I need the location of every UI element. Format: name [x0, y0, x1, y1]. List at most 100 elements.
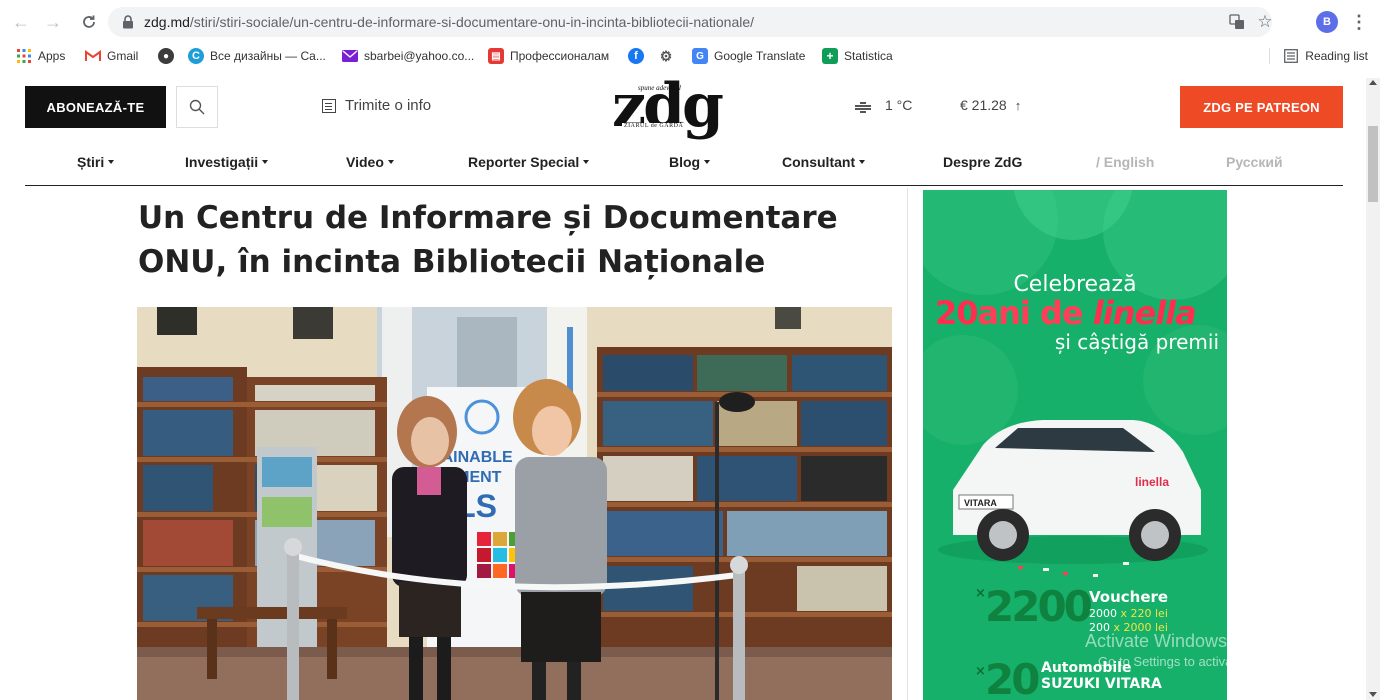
nav-label: Investigații: [185, 154, 259, 170]
car-count: 20: [985, 655, 1040, 700]
scroll-up-arrow-icon[interactable]: [1369, 80, 1377, 85]
windows-activation-watermark: Activate Windows: [1085, 631, 1228, 651]
bookmark-apps[interactable]: Apps: [16, 47, 65, 65]
address-bar[interactable]: zdg.md/stiri/stiri-sociale/un-centru-de-…: [108, 7, 1274, 37]
forward-arrow-icon[interactable]: →: [42, 11, 64, 33]
canva-icon: C: [188, 48, 204, 64]
yahoo-mail-icon: [342, 48, 358, 64]
nav-item-video[interactable]: Video: [346, 154, 394, 170]
bookmark-label: Apps: [38, 49, 66, 63]
bookmark-yahoo-mail[interactable]: sbarbei@yahoo.co...: [342, 47, 474, 65]
google-translate-icon: G: [692, 48, 708, 64]
browser-chrome: ← → zdg.md/stiri/stiri-sociale/un-centru…: [0, 0, 1380, 78]
page-scrollbar[interactable]: [1366, 78, 1380, 700]
ad-years: 20: [935, 294, 979, 332]
reload-icon[interactable]: [78, 11, 100, 33]
scroll-down-arrow-icon[interactable]: [1369, 692, 1377, 697]
car-plate-text: VITARA: [964, 498, 997, 508]
news-icon: [322, 98, 336, 113]
url-text: zdg.md/stiri/stiri-sociale/un-centru-de-…: [144, 14, 754, 30]
subscribe-button[interactable]: ABONEAZĂ-TE: [25, 86, 166, 128]
bookmark-canva[interactable]: C Все дизайны — Ca...: [188, 47, 326, 65]
back-arrow-icon[interactable]: ←: [10, 11, 32, 33]
article-title: Un Centru de Informare și Documentare ON…: [138, 196, 878, 284]
voucher-count: 2200: [985, 582, 1093, 631]
bookmark-label: Все дизайны — Ca...: [210, 49, 326, 63]
article-photo: TAINABLE OPMENT ALS: [137, 307, 892, 700]
logo-tagline: spune adevărul: [638, 84, 681, 92]
lock-icon: [123, 15, 133, 29]
nav-label: Despre ZdG: [943, 154, 1023, 170]
nav-label: Reporter Special: [468, 154, 580, 170]
bookmark-label: Google Translate: [714, 49, 806, 63]
caret-down-icon: [704, 160, 711, 164]
bookmark-star-icon[interactable]: ☆: [1256, 12, 1274, 31]
send-tip-link[interactable]: Trimite o info: [322, 97, 431, 114]
ad-tagline: și câștigă premii: [1054, 330, 1219, 354]
site-logo[interactable]: zdg spune adevărul ZIARUL de GARDĂ: [612, 78, 724, 136]
bookmarks-bar: Apps Gmail ● C Все дизайны — Ca... sbarb…: [0, 44, 1380, 68]
trend-up-icon: ↑: [1014, 98, 1022, 113]
bookmark-extension[interactable]: ⚙: [658, 47, 680, 65]
caret-down-icon: [859, 160, 866, 164]
url-domain: zdg.md: [144, 14, 190, 30]
web-page: ABONEAZĂ-TE Trimite o info zdg spune ade…: [0, 78, 1366, 700]
url-path: /stiri/stiri-sociale/un-centru-de-inform…: [189, 14, 755, 30]
temperature-value: 1 °C: [885, 97, 913, 113]
browser-menu-icon[interactable]: ⋮: [1350, 11, 1368, 33]
profile-avatar[interactable]: B: [1316, 11, 1338, 33]
nav-item-despre-zdg[interactable]: Despre ZdG: [943, 154, 1022, 170]
nav-item-investigatii[interactable]: Investigații: [185, 154, 269, 170]
send-tip-label: Trimite o info: [345, 97, 432, 114]
nav-item-stiri[interactable]: Știri: [77, 154, 115, 170]
search-icon: [189, 99, 205, 115]
bookmarks-separator: [1269, 48, 1271, 64]
nav-item-consultant[interactable]: Consultant: [782, 154, 866, 170]
voucher-detail-1: 2000 x 220 lei: [1089, 607, 1168, 620]
voucher-label: Vouchere: [1089, 588, 1169, 606]
search-button[interactable]: [176, 86, 218, 128]
reading-list-label: Reading list: [1305, 49, 1368, 63]
nav-label: Știri: [77, 154, 105, 170]
gmail-icon: [85, 48, 101, 64]
bookmark-professionals[interactable]: ▤ Профессионалам: [488, 47, 609, 65]
sidebar-divider: [907, 188, 908, 700]
nav-item-reporter-special[interactable]: Reporter Special: [468, 154, 590, 170]
bookmark-label: Gmail: [107, 49, 139, 63]
globe-icon: ⚙: [659, 47, 673, 64]
reading-list-icon: [1283, 48, 1299, 64]
sheets-icon: +: [822, 48, 838, 64]
bookmark-google-translate[interactable]: G Google Translate: [692, 47, 805, 65]
caret-down-icon: [262, 160, 269, 164]
nav-item-english[interactable]: / English: [1096, 154, 1154, 170]
nav-item-blog[interactable]: Blog: [669, 154, 711, 170]
nav-label: Consultant: [782, 154, 856, 170]
car-model: SUZUKI VITARA: [1041, 676, 1162, 692]
voucher-detail-1-count: 2000: [1089, 607, 1117, 620]
patreon-button[interactable]: ZDG PE PATREON: [1180, 86, 1343, 128]
fog-weather-icon: [855, 102, 871, 113]
nav-item-russian[interactable]: Русский: [1226, 154, 1283, 170]
main-navigation: Știri Investigații Video Reporter Specia…: [25, 140, 1343, 186]
caret-down-icon: [387, 160, 394, 164]
caret-down-icon: [583, 160, 590, 164]
linella-advertisement[interactable]: VITARA linella Celebrează 20ani de linel…: [923, 190, 1227, 700]
bookmark-label: Statistica: [844, 49, 893, 63]
logo-subtitle: ZIARUL de GARDĂ: [622, 123, 686, 129]
ad-brand: linella: [1092, 294, 1197, 332]
article-title-line-1: Un Centru de Informare și Documentare: [138, 200, 838, 236]
bookmark-github[interactable]: ●: [158, 47, 180, 65]
bookmark-facebook[interactable]: f: [628, 47, 650, 65]
article-photo-illustration: TAINABLE OPMENT ALS: [137, 307, 892, 700]
windows-activation-subtext: Go to Settings to activate Windows.: [1098, 654, 1304, 669]
reading-list-button[interactable]: Reading list: [1269, 47, 1368, 65]
bookmark-label: Профессионалам: [510, 49, 610, 63]
currency-value: € 21.28: [960, 97, 1007, 113]
bookmark-gmail[interactable]: Gmail: [85, 47, 138, 65]
currency-rate: € 21.28 ↑: [960, 97, 1021, 113]
scroll-thumb[interactable]: [1368, 126, 1378, 202]
bookmark-statistica[interactable]: + Statistica: [822, 47, 893, 65]
voucher-detail-1-amount: x 220 lei: [1117, 607, 1168, 620]
caret-down-icon: [108, 160, 115, 164]
translate-icon[interactable]: [1228, 13, 1246, 31]
